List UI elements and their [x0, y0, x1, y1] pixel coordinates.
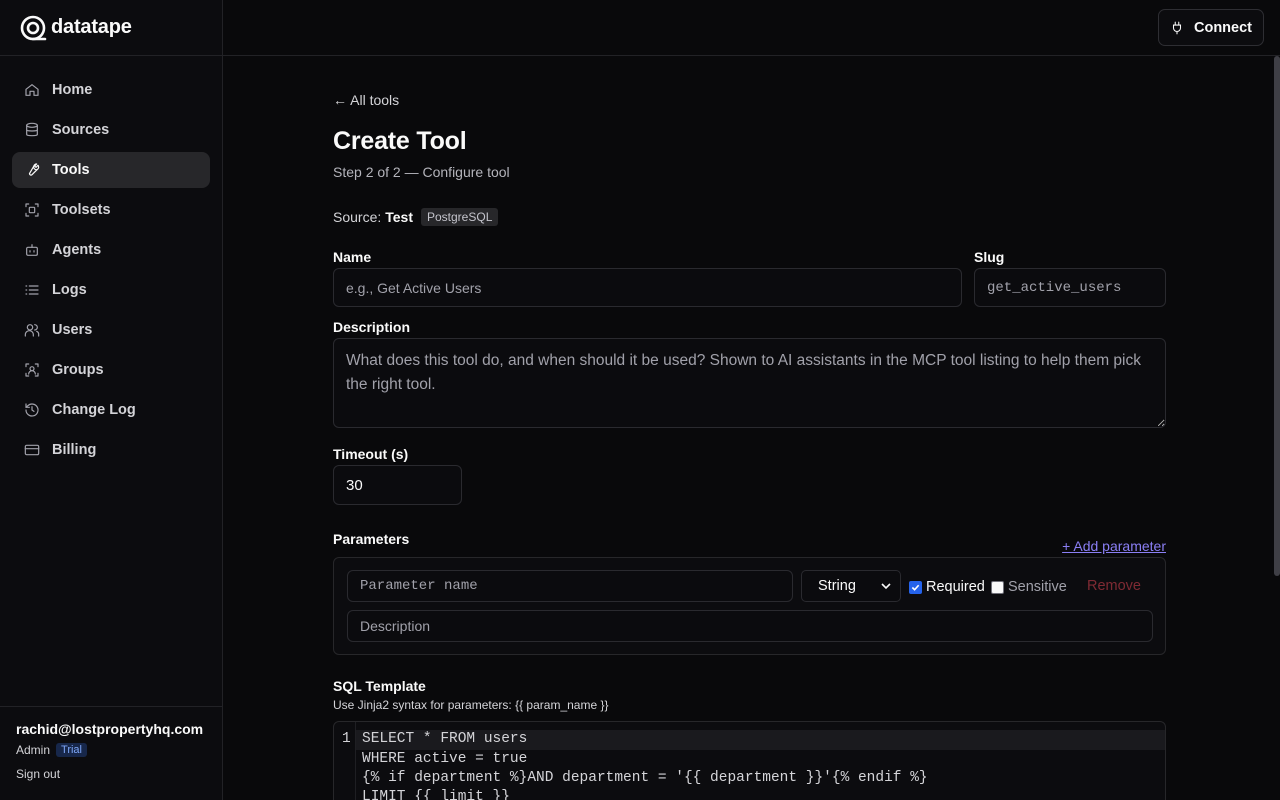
code-line: WHERE active = true — [362, 751, 528, 767]
plan-badge: Trial — [56, 743, 87, 757]
editor-gutter: 1 — [334, 722, 356, 800]
sidebar-item-billing[interactable]: Billing — [12, 432, 210, 468]
required-checkbox[interactable] — [909, 580, 922, 594]
sidebar-item-label: Sources — [52, 122, 110, 138]
source-prefix: Source: — [333, 209, 382, 225]
source-info: Source: Test PostgreSQL — [333, 208, 499, 226]
sidebar-item-groups[interactable]: Groups — [12, 352, 210, 388]
app-name: datatape — [51, 16, 132, 38]
sql-template-hint: Use Jinja2 syntax for parameters: {{ par… — [333, 698, 609, 712]
sidebar-item-label: Groups — [52, 362, 104, 378]
remove-parameter-button[interactable]: Remove — [1087, 578, 1141, 594]
parameter-type-select[interactable]: String — [801, 570, 901, 602]
sidebar-item-toolsets[interactable]: Toolsets — [12, 192, 210, 228]
parameter-name-input[interactable] — [347, 570, 793, 602]
line-number: 1 — [342, 731, 351, 747]
sidebar-item-label: Logs — [52, 282, 87, 298]
sidebar-item-label: Change Log — [52, 402, 136, 418]
sidebar-item-label: Home — [52, 82, 93, 98]
parameters-label: Parameters — [333, 531, 410, 547]
sidebar-item-label: Users — [52, 322, 93, 338]
sidebar: datatape Home Sources Tools Toolsets Age… — [0, 0, 223, 800]
group-icon — [25, 363, 39, 377]
code-line: {% if department %}AND department = '{{ … — [362, 770, 928, 786]
description-label: Description — [333, 319, 411, 335]
connect-button[interactable]: Connect — [1158, 9, 1264, 46]
sidebar-item-logs[interactable]: Logs — [12, 272, 210, 308]
timeout-input[interactable] — [333, 465, 462, 505]
name-input[interactable] — [333, 268, 962, 307]
description-textarea[interactable] — [333, 338, 1166, 428]
timeout-label: Timeout (s) — [333, 446, 409, 462]
wrench-icon — [29, 163, 40, 176]
source-type-badge: PostgreSQL — [421, 208, 499, 226]
sidebar-item-users[interactable]: Users — [12, 312, 210, 348]
sql-template-label: SQL Template — [333, 678, 426, 694]
required-label: Required — [926, 579, 985, 595]
sidebar-item-tools[interactable]: Tools — [12, 152, 210, 188]
page-title: Create Tool — [333, 127, 467, 155]
sidebar-item-label: Billing — [52, 442, 97, 458]
back-to-tools-link[interactable]: ← All tools — [333, 92, 399, 108]
sensitive-checkbox[interactable] — [991, 580, 1004, 594]
sidebar-nav: Home Sources Tools Toolsets Agents Logs … — [0, 56, 222, 488]
sql-editor[interactable]: 1 SELECT * FROM users WHERE active = tru… — [333, 721, 1166, 800]
sensitive-label: Sensitive — [1008, 579, 1067, 595]
sidebar-item-home[interactable]: Home — [12, 72, 210, 108]
chevron-down-icon — [881, 583, 891, 590]
bot-icon — [26, 244, 38, 256]
page-scrollbar[interactable] — [1274, 56, 1280, 576]
user-role: Admin — [16, 743, 51, 757]
sensitive-checkbox-group[interactable]: Sensitive — [991, 579, 1067, 595]
user-role-row: Admin Trial — [16, 743, 206, 757]
sidebar-item-label: Tools — [52, 162, 90, 178]
plug-icon — [1172, 21, 1182, 34]
datatape-logo-icon — [20, 15, 47, 40]
sign-out-link[interactable]: Sign out — [16, 767, 206, 781]
list-icon — [25, 285, 39, 295]
connect-label: Connect — [1194, 19, 1252, 36]
sidebar-item-agents[interactable]: Agents — [12, 232, 210, 268]
sidebar-item-sources[interactable]: Sources — [12, 112, 210, 148]
slug-input[interactable] — [974, 268, 1166, 307]
credit-card-icon — [24, 444, 40, 456]
user-email: rachid@lostpropertyhq.com — [16, 721, 204, 737]
source-name: Test — [385, 209, 413, 225]
database-icon — [26, 122, 38, 137]
name-label: Name — [333, 249, 372, 265]
slug-label: Slug — [974, 249, 1005, 265]
code-line: SELECT * FROM users — [362, 731, 528, 747]
required-checkbox-group[interactable]: Required — [909, 579, 985, 595]
sidebar-item-label: Toolsets — [52, 202, 111, 218]
checkmark-icon — [911, 584, 920, 591]
add-parameter-link[interactable]: + Add parameter — [1062, 538, 1166, 554]
parameter-row: String Required Sensitive Remove — [333, 557, 1166, 655]
sidebar-item-label: Agents — [52, 242, 102, 258]
parameter-type-value: String — [818, 578, 856, 594]
toolset-icon — [25, 203, 39, 217]
brand[interactable]: datatape — [0, 0, 222, 56]
sidebar-item-change-log[interactable]: Change Log — [12, 392, 210, 428]
users-icon — [24, 324, 40, 337]
home-icon — [25, 84, 39, 96]
history-icon — [25, 403, 39, 417]
code-line: LIMIT {{ limit }} — [362, 789, 510, 800]
top-bar: Connect — [223, 0, 1280, 56]
step-indicator: Step 2 of 2 — Configure tool — [333, 164, 510, 180]
parameter-description-input[interactable] — [347, 610, 1153, 642]
user-panel: rachid@lostpropertyhq.com Admin Trial Si… — [0, 706, 222, 800]
